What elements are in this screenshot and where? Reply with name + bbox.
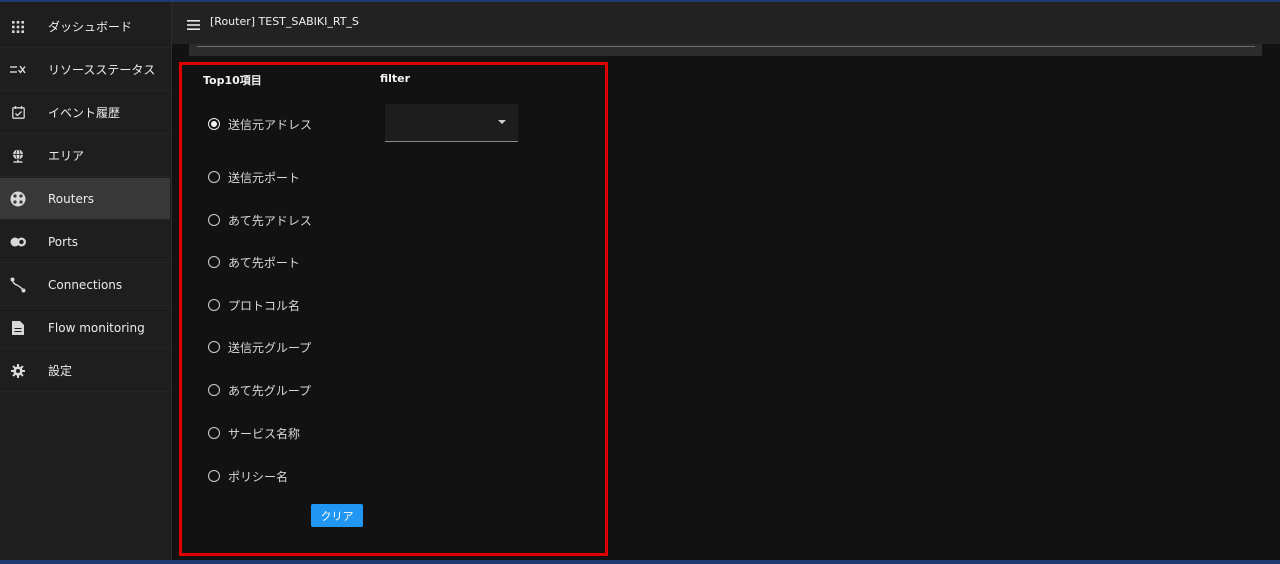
radio-label: あて先グループ — [228, 383, 312, 398]
page-title: [Router] TEST_SABIKI_RT_S — [210, 15, 359, 28]
radio-label: ポリシー名 — [228, 469, 289, 484]
sidebar-item-label: Routers — [48, 191, 95, 206]
sidebar-item-label: エリア — [48, 149, 85, 163]
radio-label: サービス名称 — [228, 426, 301, 441]
sidebar-item-label: Connections — [48, 277, 123, 292]
radio-label: あて先ポート — [228, 255, 300, 270]
sidebar-item-label: Flow monitoring — [48, 320, 145, 335]
radio-button-icon[interactable] — [208, 214, 220, 226]
sidebar-item-label: ダッシュボード — [48, 20, 133, 34]
clear-button[interactable]: クリア — [311, 504, 363, 527]
radio-button-icon[interactable] — [208, 256, 220, 268]
filter-header: filter — [380, 72, 411, 85]
sidebar-item-resource-status[interactable]: リソースステータス — [0, 49, 170, 91]
radio-button-icon[interactable] — [208, 384, 220, 396]
radio-label: 送信元グループ — [228, 340, 312, 355]
sidebar-item-label: イベント履歴 — [48, 106, 121, 120]
top10-header: Top10項目 — [203, 74, 262, 87]
radio-button-icon[interactable] — [208, 118, 220, 130]
radio-option[interactable]: 送信元グループ — [208, 338, 311, 356]
ports-toggle-icon — [10, 234, 26, 250]
radio-option[interactable]: サービス名称 — [208, 424, 300, 442]
sidebar: ダッシュボード リソースステータス イベント履歴 エリア Routers Por… — [0, 2, 172, 560]
sidebar-item-label: 設定 — [48, 364, 73, 378]
radio-option[interactable]: 送信元ポート — [208, 168, 300, 186]
radio-option[interactable]: プロトコル名 — [208, 296, 300, 314]
sidebar-item-dashboard[interactable]: ダッシュボード — [0, 6, 170, 48]
radio-label: プロトコル名 — [228, 298, 301, 313]
router-icon — [10, 191, 26, 207]
radio-button-icon[interactable] — [208, 427, 220, 439]
divider — [197, 46, 1255, 47]
sidebar-item-label: リソースステータス — [48, 63, 156, 77]
sidebar-item-area[interactable]: エリア — [0, 135, 170, 177]
sidebar-item-event-history[interactable]: イベント履歴 — [0, 92, 170, 134]
dropdown-arrow-icon — [498, 120, 506, 124]
document-icon — [10, 320, 26, 336]
resource-status-icon — [10, 62, 26, 78]
radio-button-icon[interactable] — [208, 299, 220, 311]
radio-label: 送信元ポート — [228, 170, 301, 185]
hamburger-menu-icon[interactable] — [187, 16, 201, 30]
radio-option[interactable]: ポリシー名 — [208, 467, 288, 485]
radio-button-icon[interactable] — [208, 171, 220, 183]
radio-button-icon[interactable] — [208, 470, 220, 482]
connections-icon — [10, 277, 26, 293]
radio-button-icon[interactable] — [208, 341, 220, 353]
radio-option[interactable]: あて先グループ — [208, 381, 311, 399]
radio-label: 送信元アドレス — [228, 117, 313, 132]
top-app-bar: [Router] TEST_SABIKI_RT_S — [172, 2, 1280, 44]
sidebar-item-routers[interactable]: Routers — [0, 178, 170, 220]
radio-label: あて先アドレス — [228, 213, 312, 228]
sidebar-item-label: Ports — [48, 234, 79, 249]
radio-option[interactable]: あて先ポート — [208, 253, 300, 271]
radio-option[interactable]: あて先アドレス — [208, 211, 312, 229]
dashboard-grid-icon — [10, 19, 26, 35]
sidebar-item-ports[interactable]: Ports — [0, 221, 170, 263]
radio-option[interactable]: 送信元アドレス — [208, 115, 312, 133]
sidebar-item-flow-monitoring[interactable]: Flow monitoring — [0, 307, 170, 349]
event-calendar-icon — [10, 105, 26, 121]
window-bottom-border — [0, 560, 1280, 564]
sidebar-item-connections[interactable]: Connections — [0, 264, 170, 306]
gear-icon — [10, 363, 26, 379]
filter-select[interactable] — [385, 104, 518, 142]
area-globe-icon — [10, 148, 26, 164]
sidebar-item-settings[interactable]: 設定 — [0, 350, 170, 392]
